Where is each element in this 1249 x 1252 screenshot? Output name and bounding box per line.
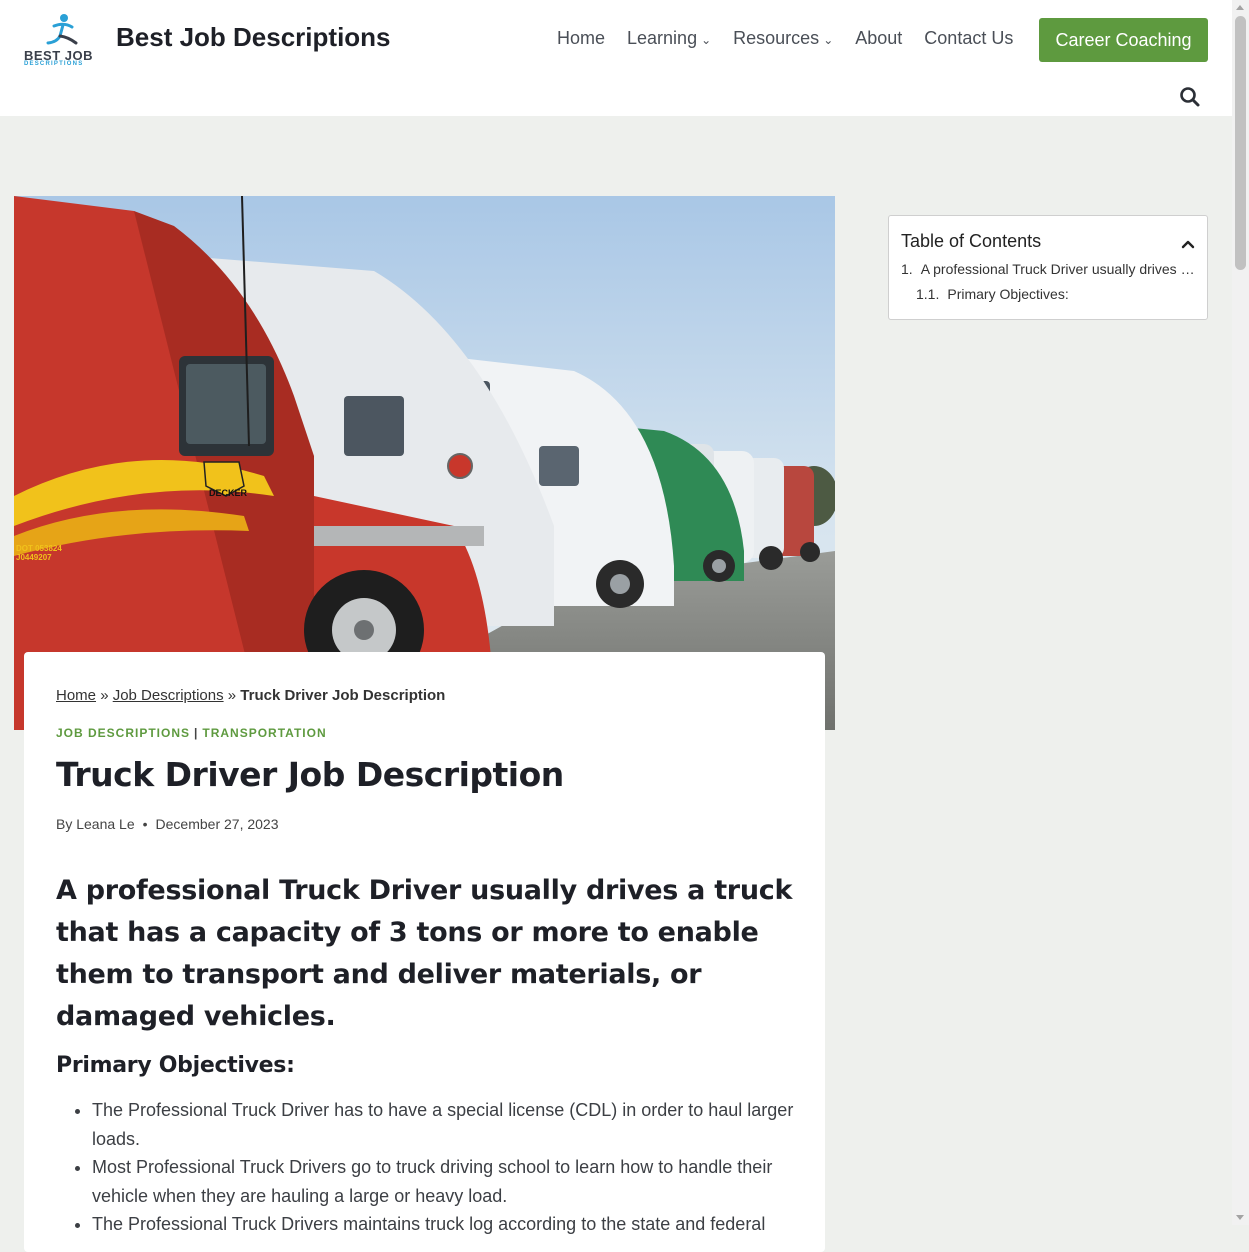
site-logo[interactable]: BEST JOB DESCRIPTIONS xyxy=(24,12,100,70)
list-item: The Professional Truck Drivers maintains… xyxy=(92,1210,832,1239)
category-links: JOB DESCRIPTIONS | TRANSPORTATION xyxy=(56,726,327,740)
toc-number: 1.1. xyxy=(916,286,940,302)
category-transportation[interactable]: TRANSPORTATION xyxy=(202,726,326,740)
scroll-down-arrow-icon[interactable] xyxy=(1236,1215,1244,1220)
article-card: Home » Job Descriptions » Truck Driver J… xyxy=(24,652,825,1252)
toc-link-lead[interactable]: 1. A professional Truck Driver usually dr… xyxy=(901,261,1195,277)
breadcrumb: Home » Job Descriptions » Truck Driver J… xyxy=(56,687,445,704)
list-item: The Professional Truck Driver has to hav… xyxy=(92,1096,832,1153)
post-author[interactable]: By Leana Le xyxy=(56,816,135,832)
trucks-photo: DECKER DOT 053824 J0449207 xyxy=(14,196,835,730)
nav-resources-label: Resources xyxy=(733,28,820,48)
nav-learning-label: Learning xyxy=(627,28,698,48)
chevron-up-icon xyxy=(1181,240,1195,249)
breadcrumb-job-descriptions[interactable]: Job Descriptions xyxy=(113,687,224,704)
toc-number: 1. xyxy=(901,261,913,277)
list-item: Most Professional Truck Drivers go to tr… xyxy=(92,1153,832,1210)
search-button[interactable] xyxy=(1179,86,1201,108)
breadcrumb-current: Truck Driver Job Description xyxy=(240,687,446,704)
category-separator: | xyxy=(194,726,199,740)
hero-image: DECKER DOT 053824 J0449207 xyxy=(14,196,835,730)
site-header: BEST JOB DESCRIPTIONS Best Job Descripti… xyxy=(0,0,1232,116)
section-heading: Primary Objectives: xyxy=(56,1053,295,1078)
toc-link-primary-objectives[interactable]: 1.1. Primary Objectives: xyxy=(916,286,1069,302)
main-nav: Home Learning ⌄ Resources ⌄ About Contact … xyxy=(557,28,1013,49)
table-of-contents: Table of Contents 1. A professional Truck… xyxy=(888,215,1208,320)
post-meta: By Leana Le • December 27, 2023 xyxy=(56,816,279,832)
chevron-down-icon: ⌄ xyxy=(823,33,834,47)
career-coaching-button[interactable]: Career Coaching xyxy=(1039,18,1208,62)
logo-subtext: DESCRIPTIONS xyxy=(24,61,84,67)
page-scrollbar[interactable] xyxy=(1232,0,1249,1225)
runner-logo-icon xyxy=(46,14,78,45)
site-title[interactable]: Best Job Descriptions xyxy=(116,22,391,53)
nav-about[interactable]: About xyxy=(855,28,902,49)
decal-brand: DECKER xyxy=(209,488,248,498)
breadcrumb-separator: » xyxy=(227,687,237,704)
chevron-down-icon: ⌄ xyxy=(701,33,712,47)
scroll-thumb[interactable] xyxy=(1235,16,1246,270)
nav-learning[interactable]: Learning ⌄ xyxy=(627,28,711,49)
decal-dot-number: DOT 053824 xyxy=(16,544,62,553)
scroll-up-arrow-icon[interactable] xyxy=(1236,5,1244,10)
category-job-descriptions[interactable]: JOB DESCRIPTIONS xyxy=(56,726,190,740)
decal-id-number: J0449207 xyxy=(16,553,52,562)
post-date: December 27, 2023 xyxy=(155,816,279,832)
page-title: Truck Driver Job Description xyxy=(56,755,564,794)
search-icon xyxy=(1180,87,1200,107)
nav-resources[interactable]: Resources ⌄ xyxy=(733,28,833,49)
objectives-list: The Professional Truck Driver has to hav… xyxy=(56,1096,832,1239)
toc-link-text: Primary Objectives: xyxy=(947,286,1069,302)
nav-contact[interactable]: Contact Us xyxy=(924,28,1013,49)
meta-separator: • xyxy=(142,816,148,832)
toc-toggle-button[interactable] xyxy=(1181,236,1195,249)
nav-home[interactable]: Home xyxy=(557,28,605,49)
lead-heading: A professional Truck Driver usually driv… xyxy=(56,875,793,1032)
toc-title: Table of Contents xyxy=(901,231,1042,251)
toc-link-text: A professional Truck Driver usually driv… xyxy=(920,261,1195,277)
breadcrumb-separator: » xyxy=(100,687,109,704)
breadcrumb-home[interactable]: Home xyxy=(56,687,96,704)
